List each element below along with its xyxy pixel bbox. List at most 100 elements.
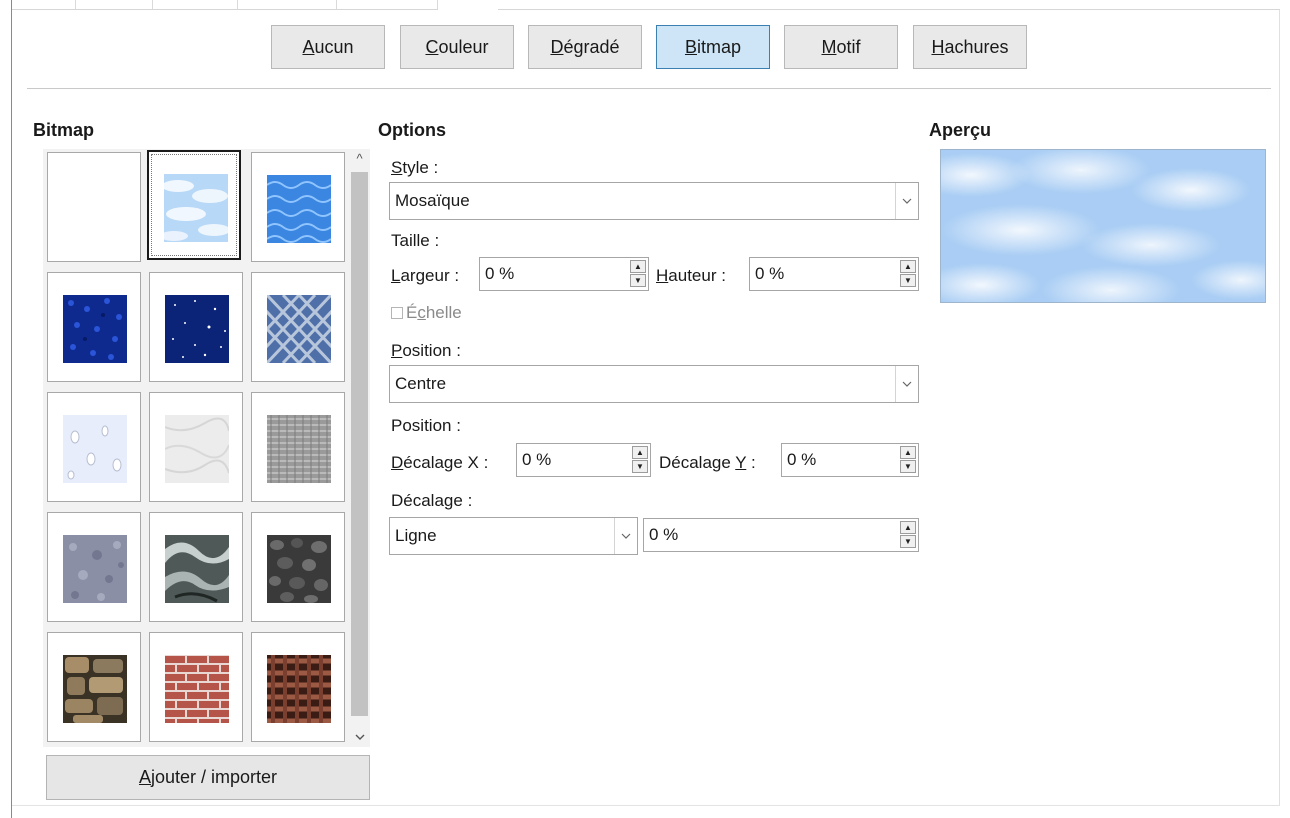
caret-down-icon[interactable]: ▼: [630, 274, 646, 287]
label-text: helle: [425, 303, 462, 322]
bitmap-tile-sky[interactable]: [147, 150, 241, 260]
caret-down-icon[interactable]: ▼: [900, 274, 916, 287]
label-mnemonic: c: [417, 303, 426, 322]
scale-label: Échelle: [406, 303, 462, 323]
fill-color-button[interactable]: Couleur: [400, 25, 514, 69]
label-text: É: [406, 303, 418, 322]
style-label: Style :: [391, 158, 438, 178]
bricks-texture-image: [165, 655, 229, 723]
bitmap-tile-droplets[interactable]: [47, 392, 141, 502]
bitmap-tile-water[interactable]: [251, 152, 345, 262]
caret-up-icon[interactable]: ▲: [900, 446, 916, 459]
width-label: Largeur :: [391, 266, 459, 286]
button-mnemonic: A: [138, 767, 151, 787]
basket-texture-image: [267, 655, 331, 723]
chevron-down-icon[interactable]: [349, 727, 370, 747]
position-select[interactable]: Centre: [389, 365, 919, 403]
offset-type-value: Ligne: [395, 526, 437, 545]
sky-texture-image: [164, 174, 228, 242]
options-section-title: Options: [378, 120, 446, 140]
bitmap-tile-metal[interactable]: [149, 512, 243, 622]
position-select-value: Centre: [395, 374, 447, 393]
bitmap-tile-grey-stone[interactable]: [47, 512, 141, 622]
button-mnemonic: C: [425, 36, 439, 57]
offset-type-select[interactable]: Ligne: [389, 517, 638, 555]
offset-spinbox[interactable]: 0 % ▲ ▼: [643, 518, 919, 552]
label-mnemonic: D: [391, 453, 404, 472]
button-mnemonic: H: [931, 36, 945, 57]
tab-active[interactable]: [438, 0, 498, 10]
offset-x-value: 0 %: [522, 450, 552, 469]
preview-section-title: Aperçu: [929, 120, 992, 140]
blue-gravel-texture-image: [63, 295, 127, 363]
chevron-down-icon[interactable]: [895, 183, 918, 219]
button-mnemonic: M: [821, 36, 837, 57]
bitmap-tile-blue-weave[interactable]: [251, 272, 345, 382]
label-mnemonic: P: [391, 341, 403, 360]
bitmap-tile-pebbles[interactable]: [251, 512, 345, 622]
droplets-texture-image: [63, 415, 127, 483]
height-spinbox[interactable]: 0 % ▲ ▼: [749, 257, 919, 291]
height-value: 0 %: [755, 264, 785, 283]
bitmap-tile-stars[interactable]: [149, 272, 243, 382]
bitmap-tile-blank[interactable]: [47, 152, 141, 262]
position-label: Position :: [391, 341, 461, 361]
offset-x-spinbox[interactable]: 0 % ▲ ▼: [516, 443, 651, 477]
caret-up-icon[interactable]: ▲: [900, 260, 916, 273]
bitmap-gallery[interactable]: [43, 149, 370, 747]
stars-texture-image: [165, 295, 229, 363]
bitmap-section-title: Bitmap: [33, 120, 95, 140]
stones-texture-image: [63, 655, 127, 723]
chevron-down-icon[interactable]: [614, 518, 637, 554]
fill-none-button[interactable]: Aucun: [271, 25, 385, 69]
offset-y-spinbox[interactable]: 0 % ▲ ▼: [781, 443, 919, 477]
chevron-down-icon[interactable]: [895, 366, 918, 402]
style-select[interactable]: Mosaïque: [389, 182, 919, 220]
bitmap-tile-basket[interactable]: [251, 632, 345, 742]
bitmap-tile-marble[interactable]: [149, 392, 243, 502]
fill-hatch-button[interactable]: Hachures: [913, 25, 1027, 69]
button-label: otif: [836, 36, 861, 57]
size-label: Taille :: [391, 231, 440, 250]
metal-texture-image: [165, 535, 229, 603]
button-label: égradé: [563, 36, 620, 57]
width-spinbox[interactable]: 0 % ▲ ▼: [479, 257, 649, 291]
caret-up-icon[interactable]: ▲: [632, 446, 648, 459]
scale-checkbox[interactable]: [391, 307, 403, 319]
pebbles-texture-image: [267, 535, 331, 603]
bitmap-tile-blue-gravel[interactable]: [47, 272, 141, 382]
label-text: auteur :: [668, 266, 726, 285]
button-mnemonic: A: [302, 36, 315, 57]
offset-y-label: Décalage Y :: [659, 453, 756, 473]
label-text: argeur :: [400, 266, 460, 285]
blue-weave-texture-image: [267, 295, 331, 363]
label-text: Décalage: [659, 453, 736, 472]
caret-up-icon[interactable]: ▲: [630, 260, 646, 273]
add-import-button[interactable]: Ajouter / importer: [46, 755, 370, 800]
gallery-scrollbar[interactable]: ^: [349, 149, 370, 747]
fill-pattern-button[interactable]: Motif: [784, 25, 898, 69]
label-text: Décala: [391, 491, 444, 510]
water-texture-image: [267, 175, 331, 243]
caret-up-icon[interactable]: ▲: [900, 521, 916, 534]
bitmap-tile-canvas[interactable]: [251, 392, 345, 502]
dialog-right-border: [1279, 10, 1280, 806]
button-label: ouleur: [438, 36, 489, 57]
dialog-bottom-border: [12, 805, 1280, 806]
chevron-up-icon[interactable]: ^: [349, 149, 370, 169]
fill-gradient-button[interactable]: Dégradé: [528, 25, 642, 69]
scrollbar-thumb[interactable]: [351, 172, 368, 716]
bitmap-tile-bricks[interactable]: [149, 632, 243, 742]
fill-bitmap-button[interactable]: Bitmap: [656, 25, 770, 69]
caret-down-icon[interactable]: ▼: [900, 535, 916, 548]
caret-down-icon[interactable]: ▼: [900, 460, 916, 473]
tab-strip-line: [12, 9, 1280, 10]
separator: [27, 88, 1271, 89]
tile-offset-label: Décalage :: [391, 491, 472, 511]
button-label: ucun: [314, 36, 354, 57]
button-mnemonic: B: [684, 36, 697, 57]
offset-x-label: Décalage X :: [391, 453, 488, 473]
caret-down-icon[interactable]: ▼: [632, 460, 648, 473]
button-label: jouter / importer: [150, 767, 278, 787]
bitmap-tile-stones[interactable]: [47, 632, 141, 742]
